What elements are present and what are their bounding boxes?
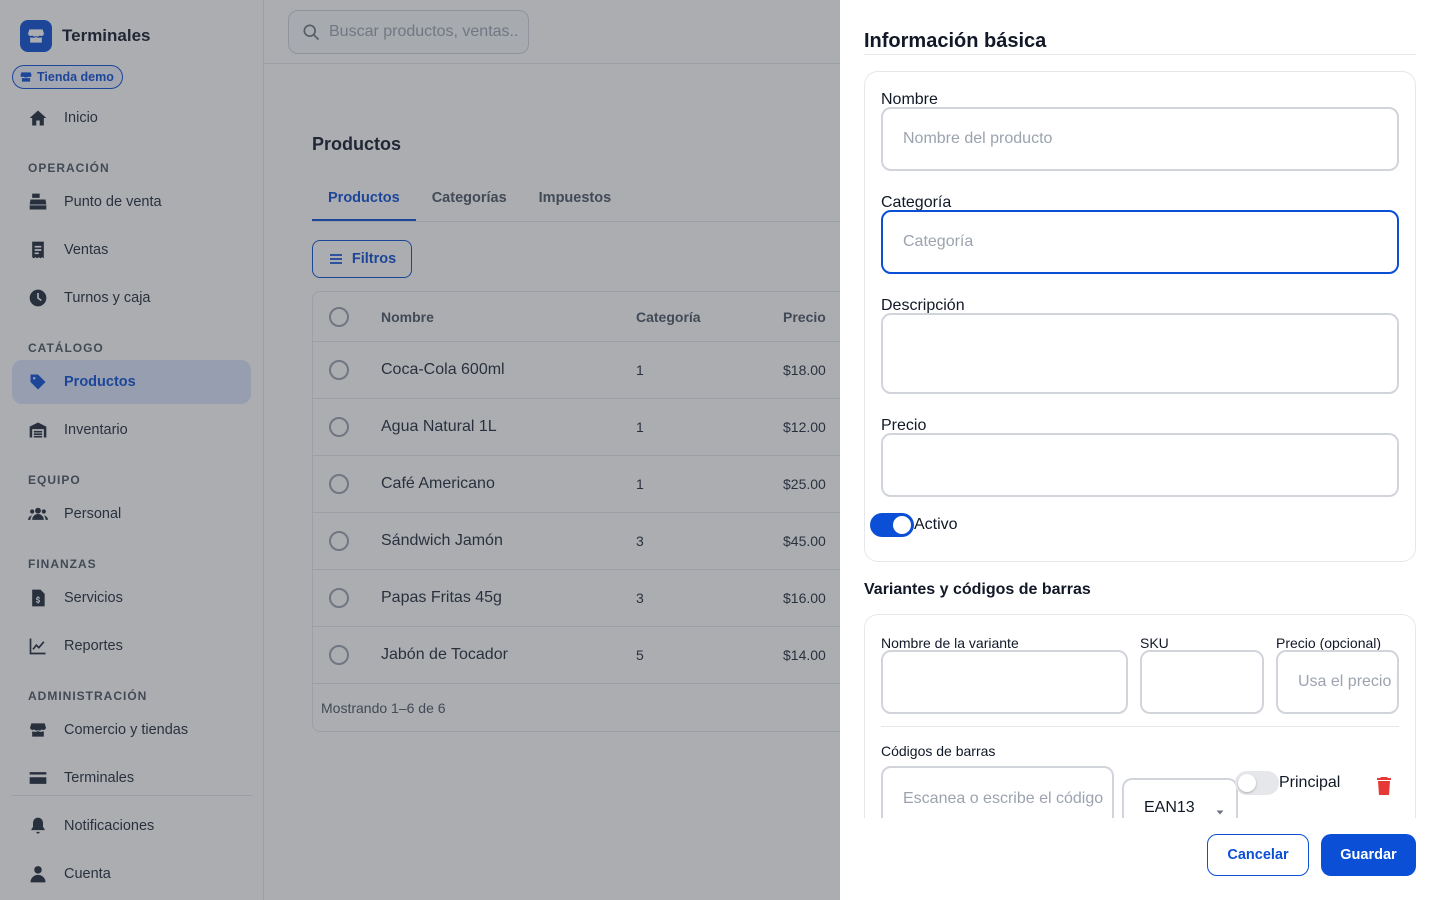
trash-icon: [1377, 777, 1391, 795]
sku-field[interactable]: [1140, 650, 1264, 714]
description-field[interactable]: [881, 313, 1399, 394]
variant-price-input[interactable]: [1298, 673, 1397, 691]
variant-card: Nombre de la variante SKU Precio (opcion…: [864, 614, 1416, 818]
variant-price-label: Precio (opcional): [1276, 635, 1382, 651]
product-form-drawer: Información básica Nombre Categoría Desc…: [840, 0, 1440, 900]
barcode-type-select[interactable]: EAN13: [1122, 778, 1238, 818]
name-field[interactable]: [881, 107, 1399, 171]
description-textarea[interactable]: [903, 335, 1397, 372]
save-button[interactable]: Guardar: [1321, 834, 1416, 876]
active-toggle[interactable]: [870, 513, 914, 537]
variant-name-input[interactable]: [903, 673, 1126, 691]
variant-name-label: Nombre de la variante: [881, 635, 1019, 651]
delete-barcode-button[interactable]: [1377, 777, 1391, 800]
sku-label: SKU: [1140, 635, 1169, 651]
principal-label: Principal: [1279, 774, 1341, 791]
section-title-basic-info: Información básica: [864, 30, 1047, 52]
section-title-variants: Variantes y códigos de barras: [864, 581, 1091, 598]
sku-input[interactable]: [1162, 673, 1262, 691]
price-input[interactable]: [903, 456, 1397, 474]
category-input[interactable]: [903, 233, 1397, 251]
price-field[interactable]: [881, 433, 1399, 497]
basic-info-card: Nombre Categoría Descripción Precio Acti…: [864, 71, 1416, 562]
drawer-body[interactable]: Información básica Nombre Categoría Desc…: [840, 0, 1440, 818]
variant-price-field[interactable]: [1276, 650, 1399, 714]
barcodes-label: Códigos de barras: [881, 743, 996, 759]
category-field[interactable]: [881, 210, 1399, 274]
toggle-knob: [1238, 774, 1256, 792]
principal-toggle[interactable]: [1235, 771, 1279, 795]
name-input[interactable]: [903, 130, 1397, 148]
active-label: Activo: [914, 516, 958, 533]
barcode-type-value: EAN13: [1144, 799, 1195, 816]
variant-name-field[interactable]: [881, 650, 1128, 714]
caret-down-icon: [1216, 810, 1224, 815]
barcode-field[interactable]: [881, 766, 1114, 818]
drawer-footer: Cancelar Guardar: [840, 818, 1440, 900]
cancel-button[interactable]: Cancelar: [1207, 834, 1309, 876]
barcode-input[interactable]: [903, 790, 1112, 808]
variant-divider: [881, 726, 1399, 727]
section-divider: [864, 54, 1416, 55]
toggle-knob: [893, 516, 911, 534]
modal-backdrop[interactable]: [0, 0, 840, 900]
